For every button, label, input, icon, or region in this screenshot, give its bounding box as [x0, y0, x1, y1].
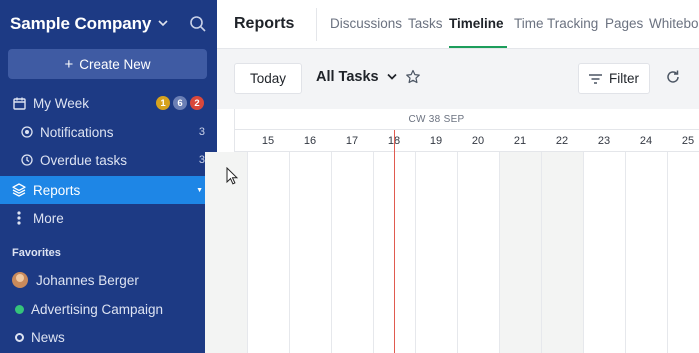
view-selector[interactable]: All Tasks	[316, 69, 397, 85]
sidebar-item-reports[interactable]: Reports ▼	[0, 176, 217, 204]
badge-red: 2	[190, 96, 204, 110]
day-column	[625, 152, 667, 353]
day-column-weekend	[541, 152, 583, 353]
caret-down-icon[interactable]: ▼	[196, 187, 203, 194]
favorite-news[interactable]: News	[0, 323, 217, 351]
tab-tasks[interactable]: Tasks	[408, 16, 443, 31]
avatar	[12, 272, 28, 288]
tab-timeline[interactable]: Timeline	[449, 16, 504, 31]
tab-time-tracking[interactable]: Time Tracking	[514, 16, 598, 31]
sidebar-item-overdue-tasks[interactable]: Overdue tasks 3	[0, 146, 217, 174]
tab-whiteboard[interactable]: Whiteboa	[649, 16, 699, 31]
create-new-label: Create New	[79, 56, 151, 72]
company-name: Sample Company	[10, 14, 152, 33]
active-tab-indicator	[449, 46, 507, 48]
more-vertical-icon	[12, 211, 26, 225]
radio-dot-icon	[20, 125, 34, 139]
sidebar-item-notifications[interactable]: Notifications 3	[0, 118, 217, 146]
count-badges: 1 6 2	[156, 96, 204, 110]
favorites-heading: Favorites	[12, 247, 61, 259]
layers-icon	[12, 183, 26, 197]
chevron-down-icon	[387, 73, 397, 80]
tab-discussions[interactable]: Discussions	[330, 16, 402, 31]
day-column	[289, 152, 331, 353]
sidebar-item-more[interactable]: More	[0, 204, 217, 232]
divider	[316, 8, 317, 41]
mouse-cursor-icon	[226, 167, 238, 185]
day-label: 17	[345, 135, 359, 147]
day-label: 23	[597, 135, 611, 147]
day-label: 16	[303, 135, 317, 147]
main-area: Reports Discussions Tasks Timeline Time …	[205, 0, 699, 353]
green-dot-icon	[15, 304, 24, 314]
favorite-label: Johannes Berger	[36, 272, 139, 288]
top-bar: Reports Discussions Tasks Timeline Time …	[217, 0, 699, 49]
company-switcher[interactable]: Sample Company	[10, 12, 168, 36]
view-label: All Tasks	[316, 69, 379, 85]
day-column	[457, 152, 499, 353]
ring-icon	[15, 332, 24, 342]
day-label: 24	[639, 135, 653, 147]
day-label: 15	[261, 135, 275, 147]
sidebar-item-my-week[interactable]: My Week 1 6 2	[0, 89, 217, 117]
page-title: Reports	[234, 15, 295, 32]
day-column	[415, 152, 457, 353]
plus-icon: +	[64, 55, 74, 73]
today-button[interactable]: Today	[234, 63, 302, 94]
day-column	[667, 152, 699, 353]
favorite-johannes-berger[interactable]: Johannes Berger	[0, 266, 217, 294]
day-column	[331, 152, 373, 353]
timeline-grid: CW 38 SEP 15 16 17 18 19 20 21 22 23 24 …	[205, 109, 699, 353]
filter-icon	[589, 73, 602, 84]
week-header: CW 38 SEP	[235, 109, 699, 130]
sidebar-item-label: Reports	[33, 182, 81, 198]
star-icon[interactable]	[405, 69, 421, 85]
sidebar-item-label: Notifications	[40, 124, 114, 140]
calendar-icon	[12, 96, 26, 110]
notification-count: 3	[198, 126, 205, 138]
day-label: 25	[681, 135, 695, 147]
day-label: 21	[513, 135, 527, 147]
day-label: 22	[555, 135, 569, 147]
day-label: 20	[471, 135, 485, 147]
today-marker	[394, 130, 395, 353]
tab-pages[interactable]: Pages	[605, 16, 643, 31]
sidebar-item-label: More	[33, 210, 64, 226]
badge-grey: 6	[173, 96, 187, 110]
search-icon[interactable]	[189, 15, 207, 33]
create-new-button[interactable]: + Create New	[8, 49, 207, 79]
day-column	[247, 152, 289, 353]
clock-icon	[20, 153, 34, 167]
favorite-label: Advertising Campaign	[31, 301, 164, 317]
day-column	[583, 152, 625, 353]
filter-label: Filter	[609, 71, 639, 86]
sidebar-item-label: My Week	[33, 95, 90, 111]
day-label: 19	[429, 135, 443, 147]
day-column-weekend	[499, 152, 541, 353]
day-header: 15 16 17 18 19 20 21 22 23 24 25	[235, 130, 699, 152]
chevron-down-icon	[158, 18, 168, 30]
favorite-label: News	[31, 329, 65, 345]
sidebar-item-label: Overdue tasks	[40, 152, 128, 168]
badge-yellow: 1	[156, 96, 170, 110]
favorite-advertising-campaign[interactable]: Advertising Campaign	[0, 295, 217, 323]
sidebar: Sample Company + Create New My Week 1 6 …	[0, 0, 217, 353]
filter-button[interactable]: Filter	[578, 63, 650, 94]
week-label: CW 38 SEP	[408, 114, 465, 125]
toolbar: Today All Tasks Filter	[217, 49, 699, 109]
refresh-icon[interactable]	[665, 69, 681, 85]
